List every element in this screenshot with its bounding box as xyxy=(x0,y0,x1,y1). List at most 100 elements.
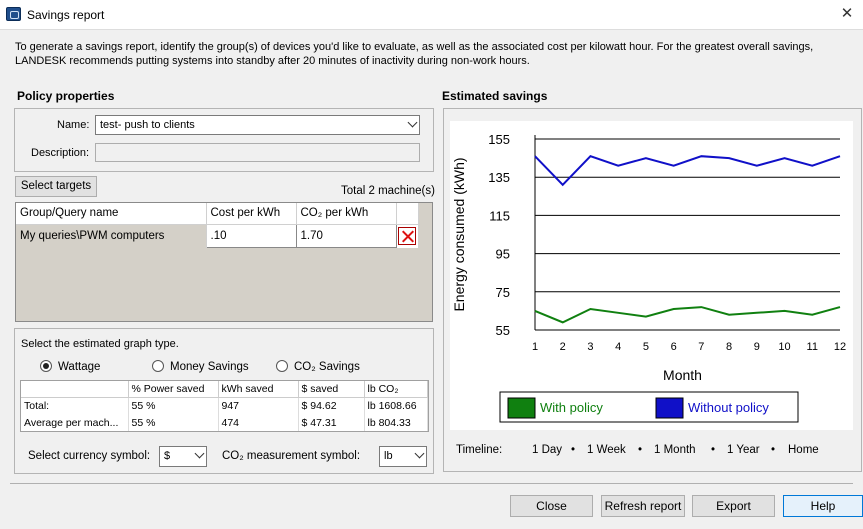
chevron-down-icon xyxy=(414,448,425,459)
timeline-1-year[interactable]: 1 Year xyxy=(727,444,760,456)
summary-cell: 474 xyxy=(218,414,299,431)
target-name[interactable]: My queries\PWM computers xyxy=(16,224,207,248)
series-line xyxy=(534,306,841,324)
policy-properties-title: Policy properties xyxy=(17,89,115,103)
title-bar: Savings report ✕ xyxy=(0,0,863,30)
co2-input[interactable]: 1.70 xyxy=(295,223,397,248)
close-button[interactable]: Close xyxy=(510,495,593,517)
y-tick-label: 75 xyxy=(496,285,510,300)
chevron-down-icon xyxy=(407,117,418,128)
radio-label: Money Savings xyxy=(170,361,249,373)
table-row: Total: 55 % 947 $ 94.62 lb 1608.66 xyxy=(21,397,428,414)
select-targets-button[interactable]: Select targets xyxy=(15,176,97,197)
description-field[interactable] xyxy=(95,143,420,162)
summary-cell: lb 1608.66 xyxy=(364,397,428,414)
y-tick-label: 115 xyxy=(489,208,510,223)
timeline-home[interactable]: Home xyxy=(788,444,819,456)
help-button[interactable]: Help xyxy=(783,495,863,517)
timeline-1-week[interactable]: 1 Week xyxy=(587,444,626,456)
x-tick-label: 1 xyxy=(532,341,538,353)
summary-cell: 55 % xyxy=(128,397,219,414)
x-tick-label: 4 xyxy=(615,341,621,353)
currency-label: Select currency symbol: xyxy=(28,450,151,462)
header-co2: CO₂ per kWh xyxy=(296,203,397,225)
cost-input[interactable]: .10 xyxy=(205,223,297,248)
currency-value: $ xyxy=(164,450,171,462)
delete-icon xyxy=(398,226,416,245)
timeline-separator: • xyxy=(711,444,716,456)
x-tick-label: 3 xyxy=(587,341,593,353)
x-tick-label: 6 xyxy=(671,341,677,353)
timeline-separator: • xyxy=(638,444,643,456)
chart-area: 55 75 95 115 135 155 1 2 3 4 5 6 7 8 9 10 11 12 Month Energ… xyxy=(450,121,853,430)
x-tick-label: 9 xyxy=(754,341,760,353)
radio-label: Wattage xyxy=(58,361,101,373)
y-tick-label: 55 xyxy=(496,323,510,338)
summary-header: $ saved xyxy=(298,381,365,398)
y-axis-label: Energy consumed (kWh) xyxy=(451,157,467,311)
delete-row-button[interactable] xyxy=(396,224,419,248)
legend-label: With policy xyxy=(540,400,603,415)
summary-cell: $ 47.31 xyxy=(298,414,365,431)
y-tick-label: 135 xyxy=(488,170,510,185)
y-tick-label: 95 xyxy=(496,247,510,262)
legend-swatch xyxy=(507,397,536,419)
radio-icon xyxy=(152,360,164,372)
series-line xyxy=(534,155,841,187)
header-blank xyxy=(396,203,419,225)
x-tick-label: 5 xyxy=(643,341,649,353)
x-tick-label: 2 xyxy=(560,341,566,353)
x-tick-label: 12 xyxy=(834,341,846,353)
summary-cell: Total: xyxy=(21,397,129,414)
bottom-separator xyxy=(10,483,853,484)
intro-text: To generate a savings report, identify t… xyxy=(15,41,814,67)
header-group-query: Group/Query name xyxy=(16,203,207,225)
refresh-report-button[interactable]: Refresh report xyxy=(601,495,685,517)
radio-wattage[interactable]: Wattage xyxy=(40,360,100,373)
timeline-separator: • xyxy=(771,444,776,456)
summary-cell: lb 804.33 xyxy=(364,414,428,431)
x-tick-label: 7 xyxy=(698,341,704,353)
graph-type-label: Select the estimated graph type. xyxy=(21,338,179,350)
summary-cell: 55 % xyxy=(128,414,219,431)
radio-label: CO₂ Savings xyxy=(294,361,360,373)
description-label: Description: xyxy=(31,147,90,159)
summary-header: lb CO₂ xyxy=(364,381,428,398)
name-value: test- push to clients xyxy=(100,119,195,131)
x-axis-label: Month xyxy=(663,367,702,383)
estimated-savings-title: Estimated savings xyxy=(442,89,548,103)
timeline-1-month[interactable]: 1 Month xyxy=(654,444,696,456)
summary-header: kWh saved xyxy=(218,381,299,398)
legend-swatch xyxy=(655,397,684,419)
name-label: Name: xyxy=(57,119,90,131)
co2-symbol-dropdown[interactable]: lb xyxy=(379,446,427,467)
radio-icon xyxy=(276,360,288,372)
radio-selected-icon xyxy=(40,360,52,372)
close-window-icon[interactable]: ✕ xyxy=(835,3,859,25)
timeline-1-day[interactable]: 1 Day xyxy=(532,444,562,456)
radio-co2-savings[interactable]: CO₂ Savings xyxy=(276,360,360,373)
name-dropdown[interactable]: test- push to clients xyxy=(95,115,420,135)
summary-header: % Power saved xyxy=(128,381,219,398)
chevron-down-icon xyxy=(194,448,205,459)
x-tick-label: 8 xyxy=(726,341,732,353)
timeline-label: Timeline: xyxy=(456,444,503,456)
table-row[interactable]: My queries\PWM computers .10 1.70 xyxy=(16,223,419,248)
targets-grid: Group/Query name Cost per kWh CO₂ per kW… xyxy=(15,202,433,322)
summary-header xyxy=(21,381,129,398)
summary-cell: 947 xyxy=(218,397,299,414)
summary-cell: Average per mach... xyxy=(21,414,129,431)
summary-cell: $ 94.62 xyxy=(298,397,365,414)
timeline-separator: • xyxy=(571,444,576,456)
savings-summary-table: % Power saved kWh saved $ saved lb CO₂ T… xyxy=(20,380,429,432)
window-title: Savings report xyxy=(27,8,105,22)
x-tick-label: 10 xyxy=(778,341,790,353)
export-button[interactable]: Export xyxy=(692,495,775,517)
currency-dropdown[interactable]: $ xyxy=(159,446,207,467)
radio-money-savings[interactable]: Money Savings xyxy=(152,360,249,373)
app-icon xyxy=(6,7,21,21)
x-tick-label: 11 xyxy=(807,341,818,353)
legend-label: Without policy xyxy=(688,400,769,415)
header-cost: Cost per kWh xyxy=(206,203,297,225)
table-row: Average per mach... 55 % 474 $ 47.31 lb … xyxy=(21,414,428,431)
